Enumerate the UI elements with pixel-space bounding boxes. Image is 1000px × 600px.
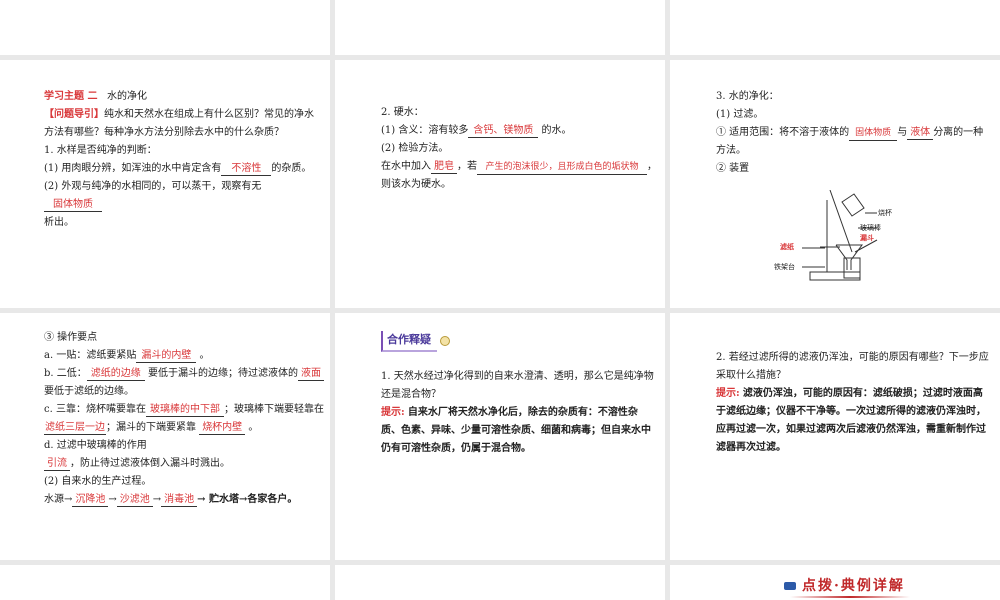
text: (1) 含义：溶有较多 bbox=[381, 125, 469, 136]
text: 要低于漏斗的边缘；待过滤液体的 bbox=[147, 368, 298, 379]
answer-blank: 含钙、镁物质 bbox=[468, 124, 539, 138]
text: ；漏斗的下端要紧靠 bbox=[106, 422, 196, 433]
text: 与 bbox=[897, 127, 908, 138]
text: 水源→ bbox=[44, 494, 73, 505]
hint-label: 提示: bbox=[716, 388, 740, 399]
text: (2) 自来水的生产过程。 bbox=[44, 476, 152, 487]
section-banner: 点拨·典例详解 bbox=[802, 578, 905, 594]
text: ① 适用范围：将不溶于液体的 bbox=[716, 127, 850, 138]
text: → 贮水塔→各家各户。 bbox=[197, 494, 298, 505]
filtration-apparatus-icon bbox=[802, 189, 878, 281]
slide-hard-water: 2. 硬水： (1) 含义：溶有较多 含钙、镁物质 的水。 (2) 检验方法。 在… bbox=[335, 60, 665, 308]
label-filter-paper: 滤纸 bbox=[780, 242, 794, 251]
text: ；玻璃棒下端要轻靠在 bbox=[223, 404, 324, 415]
text: ，防止待过滤液体倒入漏斗时溅出。 bbox=[70, 458, 230, 469]
answer-blank: 沙滤池 bbox=[116, 493, 153, 507]
section-title: 3. 水的净化： bbox=[716, 91, 779, 102]
label-glass-rod: 玻璃棒 bbox=[860, 224, 881, 232]
q1a-text: (1) 用肉眼分辨，如浑浊的水中肯定含有 bbox=[44, 163, 222, 174]
text: b. 二低： bbox=[44, 368, 87, 379]
slide-water-purification-intro: 学习主题 二 水的净化 【问题导引】纯水和天然水在组成上有什么区别？常见的净水方… bbox=[0, 60, 330, 308]
answer-blank: 液面 bbox=[297, 367, 324, 381]
text: 在水中加入 bbox=[381, 161, 431, 172]
answer-blank: 液体 bbox=[907, 126, 934, 140]
q1: 1. 水样是否纯净的判断： bbox=[44, 145, 157, 156]
hint-text: 自来水厂将天然水净化后，除去的杂质有：不溶性杂质、色素、异味、少量可溶性杂质、细… bbox=[381, 407, 651, 454]
answer-blank: 烧杯内壁 bbox=[199, 421, 246, 435]
q1b-post: 析出。 bbox=[44, 217, 74, 228]
hint-label: 提示: bbox=[381, 407, 405, 418]
arrow: → bbox=[152, 494, 162, 505]
answer-blank: 滤纸三层一边 bbox=[44, 422, 106, 435]
label-iron-stand: 铁架台 bbox=[774, 263, 795, 271]
answer-blank: 固体物质 bbox=[849, 127, 898, 141]
section-badge: 合作释疑 bbox=[381, 331, 437, 352]
text: 的水。 bbox=[541, 125, 572, 136]
banner-underline bbox=[790, 596, 910, 598]
label-funnel: 漏斗 bbox=[860, 233, 874, 242]
slide-bottom-middle bbox=[335, 565, 665, 600]
text: 。 bbox=[248, 422, 259, 433]
hint-text: 滤液仍浑浊，可能的原因有：滤纸破损；过滤时液面高于滤纸边缘；仪器不干净等。一次过… bbox=[716, 388, 986, 453]
answer-blank: 固体物质 bbox=[44, 198, 102, 212]
section-title: 2. 硬水： bbox=[381, 107, 424, 118]
text: 则该水为硬水。 bbox=[381, 179, 451, 190]
graduation-cap-icon bbox=[784, 582, 796, 590]
text: ，若 bbox=[457, 161, 477, 172]
answer-blank: 肥皂 bbox=[431, 160, 457, 174]
text: ， bbox=[647, 161, 657, 172]
slide-top-middle bbox=[335, 0, 665, 55]
topic-title: 水的净化 bbox=[107, 91, 148, 102]
question-text: 2. 若经过滤所得的滤液仍浑浊，可能的原因有哪些？下一步应采取什么措施？ bbox=[716, 352, 989, 381]
label-beaker: 烧杯 bbox=[878, 209, 892, 217]
answer-blank: 沉降池 bbox=[72, 493, 109, 507]
answer-blank: 消毒池 bbox=[161, 493, 198, 507]
slide-top-right bbox=[670, 0, 1000, 55]
text: (2) 检验方法。 bbox=[381, 143, 449, 154]
answer-blank: 产生的泡沫很少，且形成白色的垢状物 bbox=[477, 161, 647, 175]
topic-label: 学习主题 二 bbox=[44, 91, 98, 102]
text: d. 过滤中玻璃棒的作用 bbox=[44, 440, 147, 451]
answer-blank: 漏斗的内壁 bbox=[136, 349, 197, 363]
answer-blank: 玻璃棒的中下部 bbox=[145, 403, 224, 417]
text: ② 装置 bbox=[716, 163, 750, 174]
answer-blank: 滤纸的边缘 bbox=[86, 367, 145, 381]
text: (1) 过滤。 bbox=[716, 109, 764, 120]
text: 。 bbox=[199, 350, 210, 361]
slide-bottom-left bbox=[0, 565, 330, 600]
filtration-apparatus-diagram: 烧杯 玻璃棒 漏斗 滤纸 铁架台 bbox=[774, 189, 900, 289]
text: 要低于滤纸的边缘。 bbox=[44, 386, 134, 397]
slide-top-left bbox=[0, 0, 330, 55]
slide-cooperation-q1: 合作释疑 1. 天然水经过净化得到的自来水澄清、透明，那么它是纯净物还是混合物？… bbox=[335, 313, 665, 560]
text: a. 一贴：滤纸要紧贴 bbox=[44, 350, 137, 361]
slide-cooperation-q2: 2. 若经过滤所得的滤液仍浑浊，可能的原因有哪些？下一步应采取什么措施？ 提示:… bbox=[670, 313, 1000, 560]
text: c. 三靠：烧杯嘴要靠在 bbox=[44, 404, 146, 415]
answer-blank: 引流 bbox=[44, 457, 70, 471]
arrow: → bbox=[108, 494, 117, 505]
answer-blank: 不溶性 bbox=[221, 162, 272, 176]
guide-label: 【问题导引】 bbox=[44, 109, 104, 120]
question-text: 1. 天然水经过净化得到的自来水澄清、透明，那么它是纯净物还是混合物？ bbox=[381, 371, 654, 400]
slide-operation-points: ③ 操作要点 a. 一贴：滤纸要紧贴 漏斗的内壁 。 b. 二低： 滤纸的边缘 要低… bbox=[0, 313, 330, 560]
q1b-text: (2) 外观与纯净的水相同的，可以蒸干，观察有无 bbox=[44, 181, 262, 192]
book-icon bbox=[440, 335, 451, 346]
q1a-post: 的杂质。 bbox=[271, 163, 312, 174]
section-title: ③ 操作要点 bbox=[44, 332, 98, 343]
